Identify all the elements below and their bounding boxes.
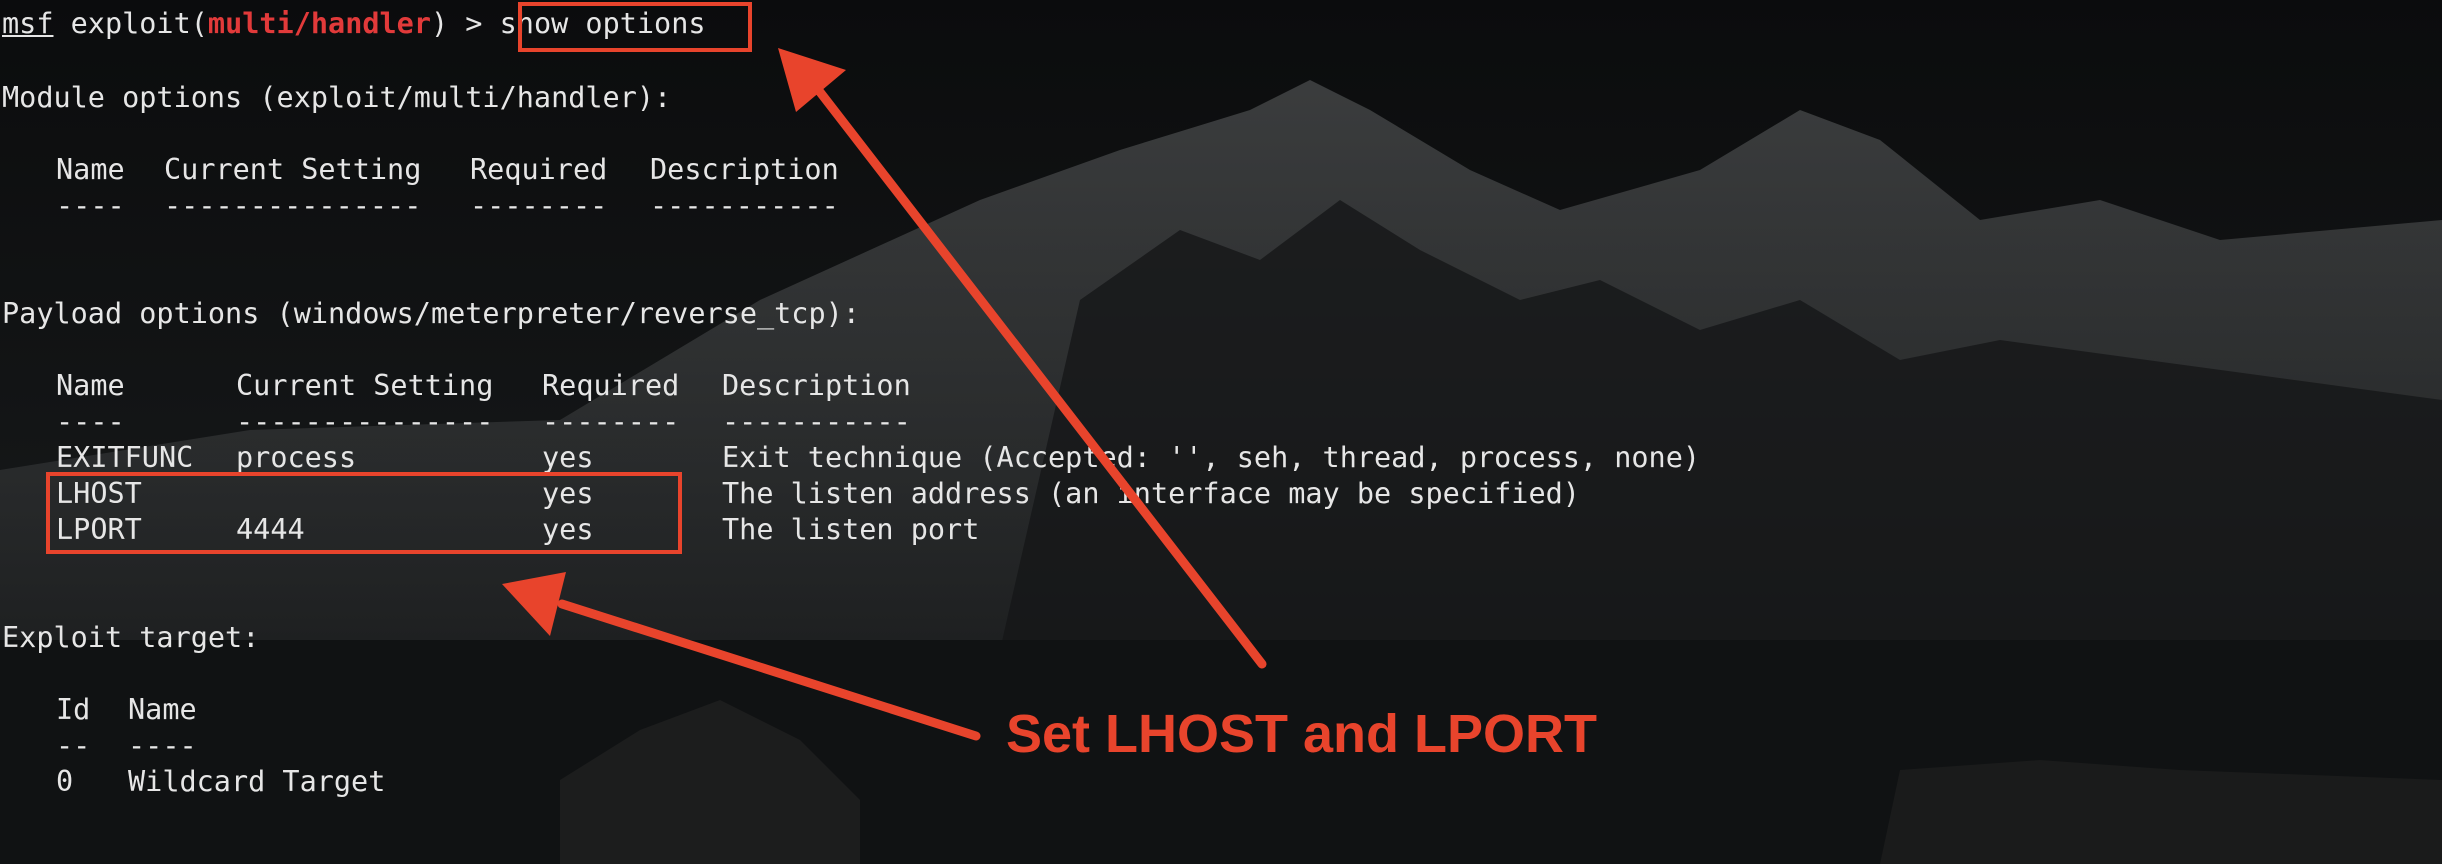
arrow-to-command (778, 48, 1267, 669)
arrow-to-lhost-lport (502, 572, 981, 741)
annotation-label: Set LHOST and LPORT (1006, 704, 1598, 764)
